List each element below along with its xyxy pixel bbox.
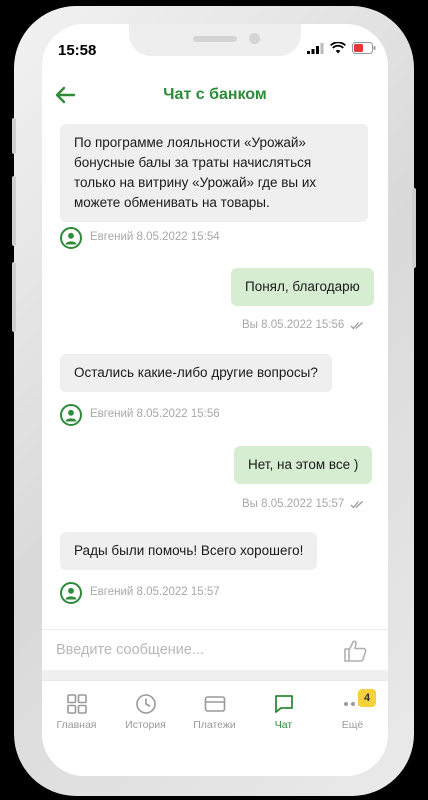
tab-payments[interactable]: Платежи (180, 693, 249, 737)
operator-avatar-icon (60, 404, 82, 426)
message-input[interactable] (56, 636, 336, 664)
phone-screen: 15:58 Чат с банком По программе лояльнос… (42, 24, 388, 776)
tab-label: Платежи (193, 719, 236, 731)
signal-icon (307, 42, 324, 54)
mute-switch (12, 118, 16, 154)
operator-avatar-icon (60, 582, 82, 604)
double-check-icon (350, 501, 363, 509)
status-icons (307, 42, 376, 54)
clock-icon (135, 694, 156, 714)
tab-history[interactable]: История (111, 693, 180, 737)
status-time: 15:58 (58, 42, 97, 59)
message-bubble-outgoing: Понял, благодарю (231, 268, 374, 306)
thumbs-up-icon[interactable] (342, 638, 368, 664)
divider (42, 670, 388, 680)
operator-avatar-icon (60, 227, 82, 249)
message-bubble-outgoing: Нет, на этом все ) (234, 446, 373, 484)
message-composer (42, 629, 388, 669)
volume-down-button (12, 262, 16, 332)
tab-more[interactable]: 4 Ещё (318, 689, 387, 737)
front-camera (249, 33, 260, 44)
notch (129, 24, 301, 56)
message-bubble-incoming: Рады были помочь! Всего хорошего! (60, 532, 318, 570)
card-icon (204, 696, 225, 712)
double-check-icon (350, 322, 363, 330)
message-bubble-incoming: По программе лояльности «Урожай» бонусны… (60, 124, 368, 222)
power-button (412, 188, 416, 268)
tab-chat[interactable]: Чат (249, 693, 318, 737)
tab-label: История (125, 719, 166, 731)
page-title: Чат с банком (163, 86, 267, 103)
speaker (193, 36, 237, 42)
message-meta: Вы 8.05.2022 15:56 (242, 319, 345, 331)
notification-badge: 4 (358, 689, 376, 707)
chat-header: Чат с банком (42, 80, 388, 110)
grid-icon (66, 694, 87, 714)
wifi-icon (330, 42, 346, 54)
message-meta: Евгений 8.05.2022 15:56 (90, 408, 220, 420)
chat-icon (274, 695, 293, 713)
message-bubble-incoming: Остались какие-либо другие вопросы? (60, 354, 332, 392)
message-meta: Евгений 8.05.2022 15:54 (90, 231, 220, 243)
bottom-tab-bar: Главная История Платежи Чат 4 Ещё (42, 680, 388, 776)
message-meta: Вы 8.05.2022 15:57 (242, 498, 345, 510)
volume-up-button (12, 176, 16, 246)
tab-label: Ещё (341, 719, 364, 731)
tab-main[interactable]: Главная (42, 693, 111, 737)
battery-icon (352, 42, 376, 54)
message-meta: Евгений 8.05.2022 15:57 (90, 586, 220, 598)
tab-label: Главная (56, 719, 97, 731)
message-list[interactable]: По программе лояльности «Урожай» бонусны… (42, 120, 388, 630)
tab-label: Чат (274, 719, 293, 731)
